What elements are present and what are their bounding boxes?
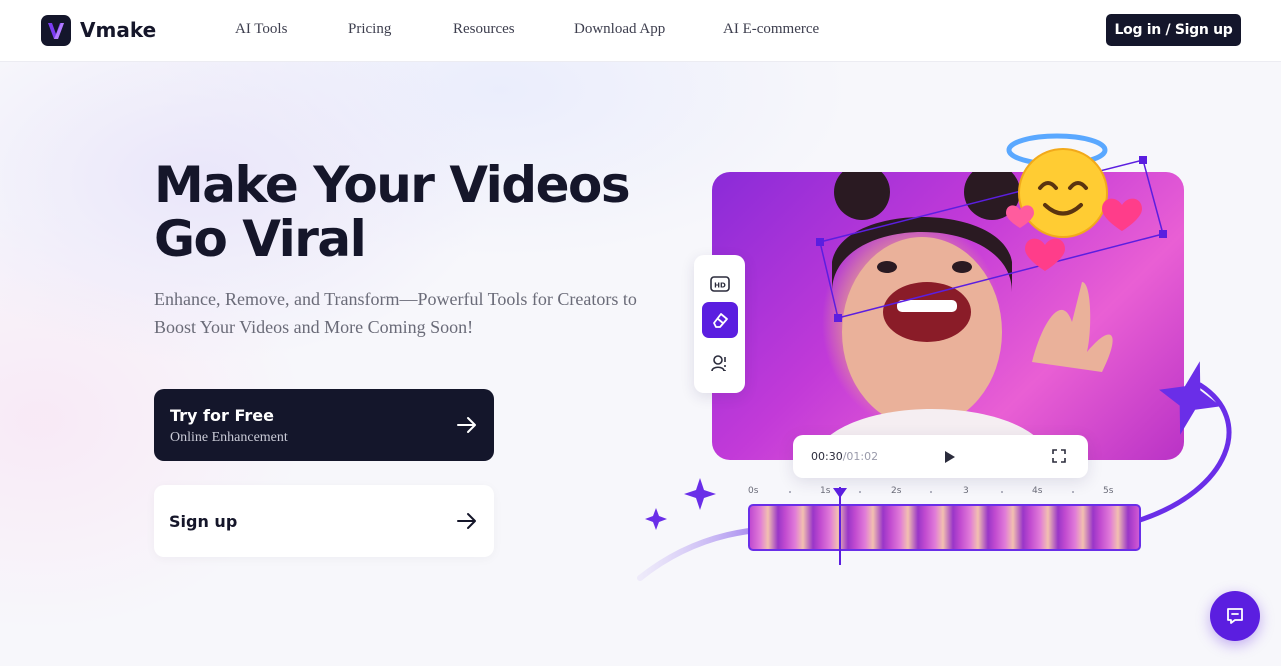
brand-name[interactable]: Vmake (80, 18, 156, 42)
video-timeline-track[interactable] (748, 504, 1141, 551)
arrow-right-icon (457, 513, 476, 529)
tool-panel: HD (694, 255, 745, 393)
tick-label: 3 (963, 486, 969, 496)
hero-subtitle: Enhance, Remove, and Transform—Powerful … (154, 289, 637, 337)
tick-label: 2s (891, 486, 902, 496)
tick-label: 1s (820, 486, 831, 496)
chat-support-button[interactable] (1210, 591, 1260, 641)
hero-title: Make Your Videos Go Viral (154, 158, 674, 266)
video-preview-image (712, 172, 1184, 460)
face-swap-icon (711, 355, 726, 372)
tick-dot (859, 491, 861, 493)
hd-icon: HD (710, 276, 730, 292)
tick-label: 4s (1032, 486, 1043, 496)
signup-label: Sign up (169, 512, 238, 531)
vmake-logo-icon[interactable] (41, 15, 71, 46)
nav-pricing[interactable]: Pricing (348, 21, 391, 38)
top-navbar: Vmake AI Tools Pricing Resources Downloa… (0, 0, 1281, 62)
hd-enhance-tool[interactable]: HD (702, 266, 738, 302)
hero-title-line2: Go Viral (154, 210, 367, 268)
playhead-handle-icon[interactable] (832, 487, 848, 499)
eraser-tool[interactable] (702, 302, 738, 338)
tick-dot (1072, 491, 1074, 493)
total-time: /01:02 (842, 450, 879, 463)
tick-dot (930, 491, 932, 493)
nav-resources[interactable]: Resources (453, 21, 515, 38)
fullscreen-icon[interactable] (1052, 449, 1066, 463)
video-player-controls: 00:30/01:02 (793, 435, 1088, 478)
arrow-right-icon (457, 417, 476, 433)
hero-title-line1: Make Your Videos (154, 156, 631, 214)
try-for-free-title: Try for Free (170, 406, 274, 425)
chat-icon (1227, 608, 1243, 624)
tick-label: 5s (1103, 486, 1114, 496)
tick-dot (789, 491, 791, 493)
nav-download-app[interactable]: Download App (574, 21, 665, 38)
playback-time: 00:30/01:02 (811, 450, 878, 463)
face-swap-tool[interactable] (702, 345, 738, 381)
svg-text:HD: HD (714, 282, 726, 290)
nav-ai-ecommerce[interactable]: AI E-commerce (723, 21, 819, 38)
play-icon[interactable] (943, 450, 956, 464)
try-for-free-subtitle: Online Enhancement (170, 430, 288, 445)
tick-label: 0s (748, 486, 759, 496)
tick-dot (1001, 491, 1003, 493)
nav-ai-tools[interactable]: AI Tools (235, 21, 287, 38)
login-signup-button[interactable]: Log in / Sign up (1106, 14, 1241, 46)
signup-button[interactable]: Sign up (154, 485, 494, 557)
eraser-icon (713, 313, 728, 328)
current-time: 00:30 (811, 450, 843, 463)
try-for-free-button[interactable]: Try for Free Online Enhancement (154, 389, 494, 461)
timeline-ruler: 0s 1s 2s 3 4s 5s (748, 486, 1141, 500)
creator-illustration (812, 172, 1113, 460)
